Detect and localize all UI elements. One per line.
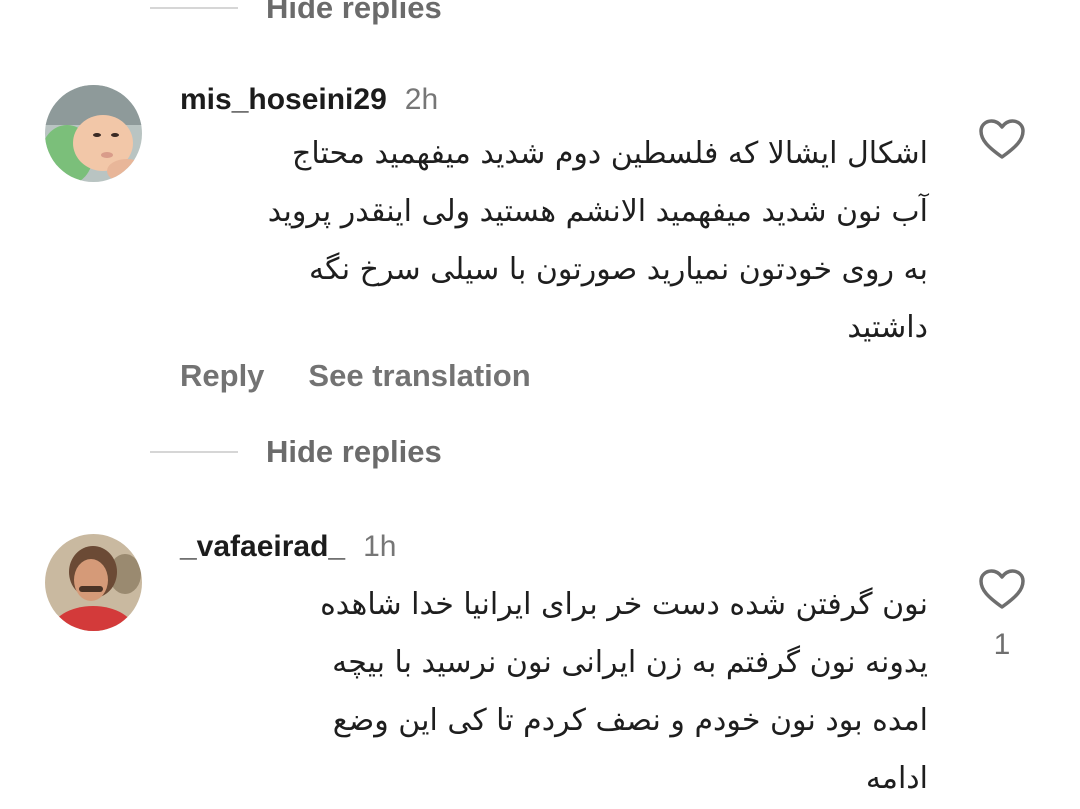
comment-text: اشکال ایشالا که فلسطین دوم شدید میفهمید … [268, 125, 928, 357]
timestamp: 1h [363, 530, 397, 563]
hide-replies-label: Hide replies [266, 0, 442, 25]
see-translation-button[interactable]: See translation [308, 358, 530, 394]
hide-replies-button[interactable]: Hide replies [150, 432, 442, 472]
divider-line [150, 451, 238, 453]
comment-line: ادامه [865, 761, 928, 796]
comment-line: امده بود نون خودم و نصف کردم تا کی این و… [332, 703, 928, 738]
timestamp: 2h [404, 83, 439, 116]
like-count: 1 [993, 628, 1011, 661]
comment-header: mis_hoseini29 2h [180, 83, 438, 117]
comment-actions: Reply See translation [180, 358, 575, 394]
heart-outline-icon [979, 119, 1025, 159]
divider-line [150, 7, 238, 9]
comment-line: آب نون شدید میفهمید الانشم هستید ولی این… [267, 194, 928, 229]
like-button[interactable] [978, 118, 1026, 160]
username[interactable]: mis_hoseini29 [180, 83, 387, 117]
avatar[interactable] [45, 534, 142, 631]
heart-outline-icon [979, 569, 1025, 609]
like-button[interactable] [978, 568, 1026, 610]
avatar[interactable] [45, 85, 142, 182]
comment-line: داشتید [847, 310, 928, 345]
man-avatar-image [45, 534, 142, 631]
comment-header: _vafaeirad_ 1h [180, 530, 397, 564]
hide-replies-label: Hide replies [266, 434, 442, 469]
comment-line: اشکال ایشالا که فلسطین دوم شدید میفهمید … [292, 136, 928, 171]
comment-line: به روی خودتون نمیارید صورتون با سیلی سرخ… [309, 252, 928, 287]
comment-text: نون گرفتن شده دست خر برای ایرانیا خدا شا… [320, 576, 928, 808]
reply-button[interactable]: Reply [180, 358, 264, 394]
comment-line: یدونه نون گرفتم به زن ایرانی نون نرسید ب… [332, 645, 928, 680]
baby-avatar-image [45, 85, 142, 182]
hide-replies-top[interactable]: Hide replies [150, 0, 442, 28]
comment-line: نون گرفتن شده دست خر برای ایرانیا خدا شا… [320, 587, 928, 622]
username[interactable]: _vafaeirad_ [180, 530, 345, 564]
